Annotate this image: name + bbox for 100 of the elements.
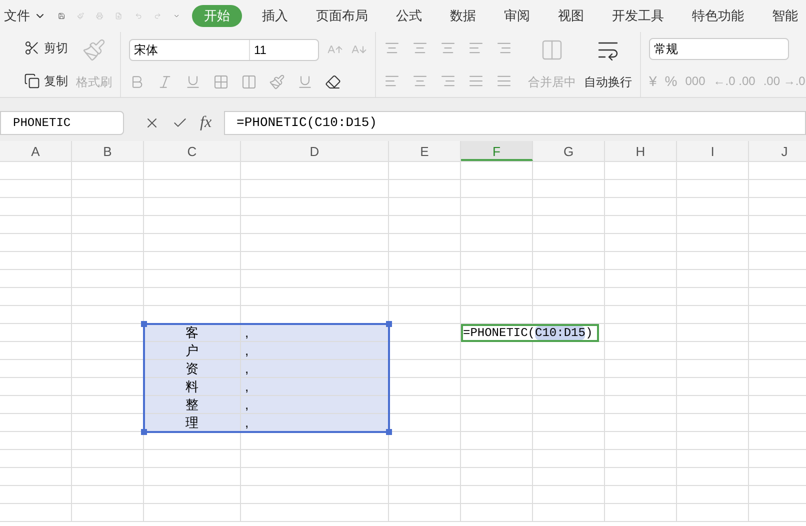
grid-cell[interactable]: [677, 270, 749, 288]
grid-cell[interactable]: [0, 324, 72, 342]
grid-cell[interactable]: [144, 486, 241, 504]
ribbon-tab[interactable]: 公式: [388, 6, 430, 26]
grid-cell[interactable]: [605, 198, 677, 216]
grid-cell[interactable]: [389, 216, 461, 234]
grid-cell[interactable]: [144, 162, 241, 180]
grid-cell[interactable]: [241, 252, 389, 270]
ribbon-tab[interactable]: 插入: [254, 6, 296, 26]
grid-cell[interactable]: [533, 450, 605, 468]
grid-cell[interactable]: [389, 180, 461, 198]
ribbon-tab[interactable]: 开发工具: [604, 6, 672, 26]
grid-cell[interactable]: [605, 216, 677, 234]
table-cell[interactable]: 客: [144, 324, 241, 342]
table-cell[interactable]: ,: [241, 324, 389, 342]
number-format-field[interactable]: 常规: [649, 38, 789, 60]
grid-cell[interactable]: [389, 252, 461, 270]
grid-cell[interactable]: [461, 432, 533, 450]
grid-cell[interactable]: [461, 414, 533, 432]
column-header[interactable]: I: [677, 141, 749, 161]
copy-icon[interactable]: [24, 72, 40, 89]
grid-cell[interactable]: [677, 468, 749, 486]
grid-cell[interactable]: [72, 468, 144, 486]
grid-cell[interactable]: [605, 252, 677, 270]
grid-cell[interactable]: [0, 486, 72, 504]
column-header[interactable]: J: [749, 141, 806, 161]
grid-cell[interactable]: [677, 396, 749, 414]
ribbon-tab[interactable]: 审阅: [496, 6, 538, 26]
grid-cell[interactable]: [461, 450, 533, 468]
scissors-icon[interactable]: [24, 40, 40, 56]
grid-cell[interactable]: [533, 162, 605, 180]
grid-cell[interactable]: [389, 450, 461, 468]
grid-cell[interactable]: [144, 252, 241, 270]
grid-cell[interactable]: [677, 342, 749, 360]
grid-cell[interactable]: [0, 342, 72, 360]
grid-cell[interactable]: [605, 468, 677, 486]
grid-cell[interactable]: [241, 468, 389, 486]
grid-cell[interactable]: [0, 360, 72, 378]
grid-cell[interactable]: [241, 234, 389, 252]
grid-cell[interactable]: [0, 216, 72, 234]
cut-button[interactable]: 剪切: [44, 39, 68, 58]
grid-cell[interactable]: [144, 504, 241, 522]
grid-cell[interactable]: [241, 486, 389, 504]
grid-cell[interactable]: [0, 414, 72, 432]
grid-cell[interactable]: [389, 234, 461, 252]
ribbon-tab[interactable]: 智能: [764, 6, 806, 26]
ribbon-tab[interactable]: 数据: [442, 6, 484, 26]
file-menu[interactable]: 文件: [4, 6, 46, 26]
eraser-icon[interactable]: [325, 74, 341, 90]
grid-cell[interactable]: [389, 468, 461, 486]
grid-cell[interactable]: [72, 486, 144, 504]
grid-cell[interactable]: [0, 288, 72, 306]
grid-cell[interactable]: [144, 288, 241, 306]
grid-cell[interactable]: [677, 450, 749, 468]
grid-cell[interactable]: [533, 342, 605, 360]
grid-cell[interactable]: [0, 162, 72, 180]
table-cell[interactable]: ,: [241, 378, 389, 396]
grid-cell[interactable]: [72, 216, 144, 234]
function-button[interactable]: fx: [200, 110, 212, 134]
grid-cell[interactable]: [461, 396, 533, 414]
grid-cell[interactable]: [144, 270, 241, 288]
grid-cell[interactable]: [0, 180, 72, 198]
grid-cell[interactable]: [72, 180, 144, 198]
table-cell[interactable]: ,: [241, 396, 389, 414]
grid-cell[interactable]: [605, 486, 677, 504]
table-cell[interactable]: 资: [144, 360, 241, 378]
grid-cell[interactable]: [72, 450, 144, 468]
grid-cell[interactable]: [461, 162, 533, 180]
grid-cell[interactable]: [677, 378, 749, 396]
grid-cell[interactable]: [533, 252, 605, 270]
grid-cell[interactable]: [533, 396, 605, 414]
grid-cell[interactable]: [389, 342, 461, 360]
grid-cell[interactable]: [389, 378, 461, 396]
grid-cell[interactable]: [533, 504, 605, 522]
grid-cell[interactable]: [0, 468, 72, 486]
grid-cell[interactable]: [389, 360, 461, 378]
table-cell[interactable]: ,: [241, 360, 389, 378]
grid-cell[interactable]: [605, 180, 677, 198]
grid-cell[interactable]: [241, 504, 389, 522]
ribbon-tab[interactable]: 特色功能: [684, 6, 752, 26]
name-box[interactable]: PHONETIC: [0, 110, 124, 134]
table-cell[interactable]: 料: [144, 378, 241, 396]
grid-cell[interactable]: [389, 198, 461, 216]
grid-cell[interactable]: [461, 504, 533, 522]
grid-cell[interactable]: [461, 216, 533, 234]
grid-cell[interactable]: [605, 342, 677, 360]
font-field[interactable]: 宋体 11: [129, 38, 319, 61]
grid-cell[interactable]: [461, 234, 533, 252]
grid-cell[interactable]: [677, 306, 749, 324]
grid-cell[interactable]: [0, 450, 72, 468]
grid-cell[interactable]: [533, 270, 605, 288]
active-cell[interactable]: =PHONETIC(C10:D15): [461, 324, 599, 342]
grid-cell[interactable]: [144, 234, 241, 252]
grid-cell[interactable]: [72, 270, 144, 288]
grid-cell[interactable]: [677, 198, 749, 216]
ribbon-tab[interactable]: 页面布局: [308, 6, 376, 26]
grid-cell[interactable]: [605, 360, 677, 378]
grid-cell[interactable]: [241, 162, 389, 180]
grid-cell[interactable]: [605, 306, 677, 324]
grid-cell[interactable]: [0, 432, 72, 450]
